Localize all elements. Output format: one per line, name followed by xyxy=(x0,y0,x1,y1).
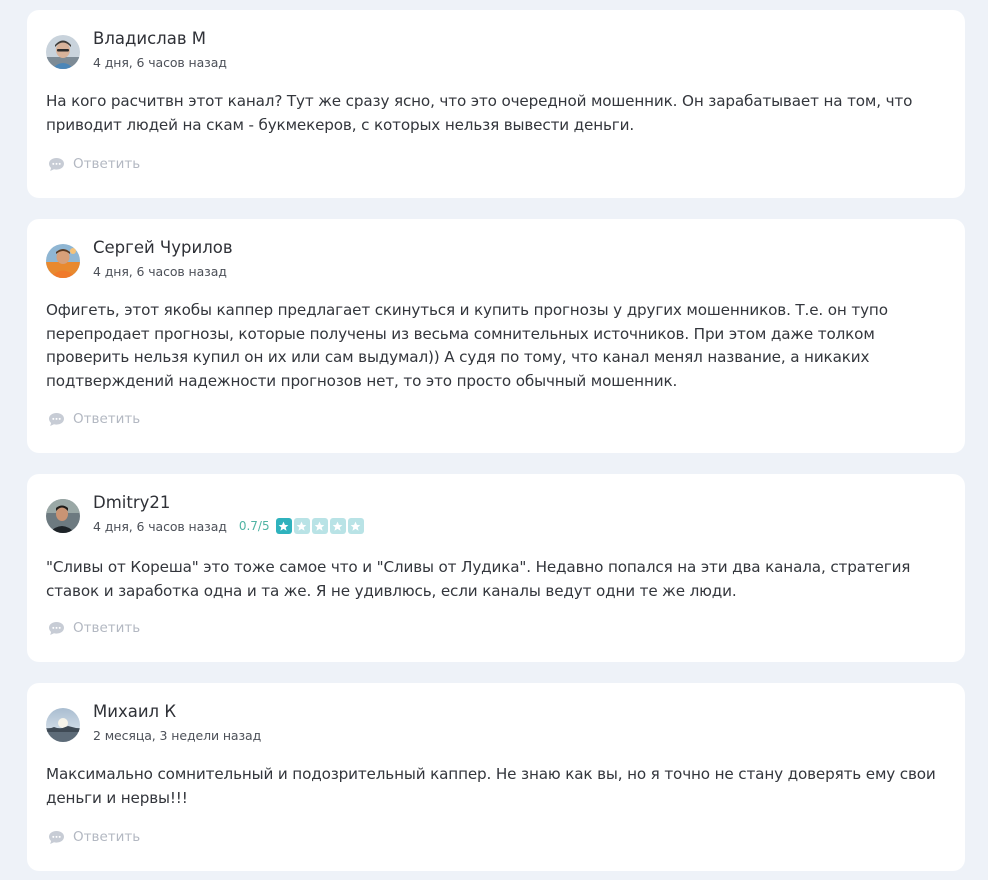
comment-card: Михаил К 2 месяца, 3 недели назад Максим… xyxy=(27,683,965,871)
avatar[interactable] xyxy=(46,499,80,533)
reply-label: Ответить xyxy=(73,829,141,845)
avatar[interactable] xyxy=(46,708,80,742)
comment-header: Dmitry21 4 дня, 6 часов назад 0.7/5 xyxy=(46,493,364,537)
star-icon xyxy=(275,518,292,534)
author-name: Владислав М xyxy=(93,29,207,48)
reply-button[interactable]: Ответить xyxy=(48,620,140,636)
speech-bubble-icon xyxy=(48,830,65,845)
comment-header: Михаил К 2 месяца, 3 недели назад xyxy=(46,702,261,746)
reply-label: Ответить xyxy=(73,620,141,636)
comment-timestamp: 4 дня, 6 часов назад xyxy=(93,54,227,70)
comment-text: "Сливы от Кореша" это тоже самое что и "… xyxy=(46,558,911,600)
comment-text: На кого расчитвн этот канал? Тут же сраз… xyxy=(46,92,913,134)
avatar[interactable] xyxy=(46,244,80,278)
comment-card: Владислав М 4 дня, 6 часов назад На кого… xyxy=(27,10,965,198)
comment-card: Dmitry21 4 дня, 6 часов назад 0.7/5 "Сли… xyxy=(27,474,965,662)
comment-timestamp: 4 дня, 6 часов назад xyxy=(93,518,227,534)
star-icon xyxy=(293,518,310,534)
reply-button[interactable]: Ответить xyxy=(48,411,140,427)
star-icon xyxy=(311,518,328,534)
reply-label: Ответить xyxy=(73,156,141,172)
author-name: Dmitry21 xyxy=(93,493,171,512)
speech-bubble-icon xyxy=(48,157,65,172)
speech-bubble-icon xyxy=(48,621,65,636)
comment-header: Владислав М 4 дня, 6 часов назад xyxy=(46,29,227,73)
reply-label: Ответить xyxy=(73,411,141,427)
comments-list: Владислав М 4 дня, 6 часов назад На кого… xyxy=(27,10,965,871)
reply-button[interactable]: Ответить xyxy=(48,156,140,172)
avatar[interactable] xyxy=(46,35,80,69)
comment-timestamp: 2 месяца, 3 недели назад xyxy=(93,727,262,743)
star-icon xyxy=(347,518,364,534)
rating-stars xyxy=(275,518,364,534)
comment-header: Сергей Чурилов 4 дня, 6 часов назад xyxy=(46,238,233,282)
comment-timestamp: 4 дня, 6 часов назад xyxy=(93,263,227,279)
comment-text: Максимально сомнительный и подозрительны… xyxy=(46,765,936,807)
reply-button[interactable]: Ответить xyxy=(48,829,140,845)
rating-score: 0.7/5 xyxy=(238,519,270,533)
star-icon xyxy=(329,518,346,534)
author-name: Сергей Чурилов xyxy=(93,238,233,257)
comment-text: Офигеть, этот якобы каппер предлагает ск… xyxy=(46,301,888,390)
speech-bubble-icon xyxy=(48,412,65,427)
author-name: Михаил К xyxy=(93,702,177,721)
comment-card: Сергей Чурилов 4 дня, 6 часов назад Офиг… xyxy=(27,219,965,453)
